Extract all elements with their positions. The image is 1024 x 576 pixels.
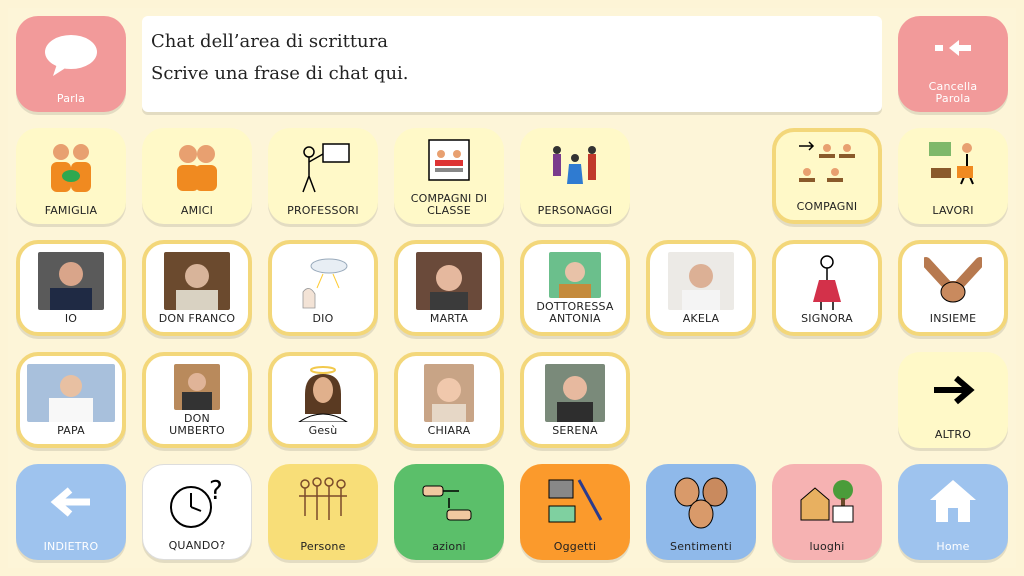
- person-chiara[interactable]: CHIARA: [394, 352, 504, 448]
- more-label: ALTRO: [934, 428, 972, 441]
- clear-word-button[interactable]: Cancella Parola: [898, 16, 1008, 112]
- category-professori[interactable]: PROFESSORI: [268, 128, 378, 224]
- photo-akela: [668, 252, 734, 310]
- arrow-right-icon: [930, 372, 976, 408]
- person-papa[interactable]: PAPA: [16, 352, 126, 448]
- person-dottoressa-antonia[interactable]: DOTTORESSA ANTONIA: [520, 240, 630, 336]
- person-marta[interactable]: MARTA: [394, 240, 504, 336]
- category-amici[interactable]: AMICI: [142, 128, 252, 224]
- photo-chiara: [424, 364, 474, 422]
- lady-icon: [807, 254, 847, 312]
- photo-io: [38, 252, 104, 310]
- objects-button[interactable]: Oggetti: [520, 464, 630, 560]
- places-icon: [797, 476, 857, 530]
- category-famiglia[interactable]: FAMIGLIA: [16, 128, 126, 224]
- chat-input-area[interactable]: Chat dell’area di scrittura Scrive una f…: [142, 16, 882, 112]
- person-label: CHIARA: [427, 424, 471, 437]
- objects-icon: [545, 476, 605, 530]
- objects-label: Oggetti: [553, 540, 597, 553]
- people-group-icon: [295, 476, 351, 530]
- person-io[interactable]: IO: [16, 240, 126, 336]
- jesus-icon: [295, 364, 351, 422]
- arrow-left-icon: [48, 484, 94, 520]
- person-label: SIGNORA: [801, 312, 853, 325]
- person-gesu[interactable]: Gesù: [268, 352, 378, 448]
- photo-marta: [416, 252, 482, 310]
- category-label: AMICI: [180, 204, 214, 217]
- photo-don-umberto: [174, 364, 220, 410]
- photo-don-franco: [164, 252, 230, 310]
- person-label: DIO: [312, 312, 334, 325]
- category-label: COMPAGNI: [796, 200, 858, 213]
- person-insieme[interactable]: INSIEME: [898, 240, 1008, 336]
- back-label: INDIETRO: [43, 540, 99, 553]
- back-button[interactable]: INDIETRO: [16, 464, 126, 560]
- people-label: Persone: [300, 540, 346, 553]
- person-label: PAPA: [57, 424, 85, 437]
- speak-button[interactable]: Parla: [16, 16, 126, 112]
- svg-text:?: ?: [209, 477, 223, 506]
- speech-bubble-icon: [43, 34, 99, 78]
- photo-serena: [545, 364, 605, 422]
- teacher-icon: [293, 140, 353, 196]
- friends-icon: [169, 140, 225, 196]
- characters-icon: [547, 140, 603, 196]
- home-label: Home: [936, 540, 970, 553]
- actions-icon: [421, 476, 477, 530]
- people-button[interactable]: Persone: [268, 464, 378, 560]
- photo-papa: [27, 364, 115, 422]
- home-icon: [928, 478, 978, 524]
- person-label: Gesù: [308, 424, 338, 437]
- clear-label: Cancella Parola: [928, 80, 978, 105]
- category-label: FAMIGLIA: [44, 204, 98, 217]
- when-button[interactable]: ? QUANDO?: [142, 464, 252, 560]
- actions-label: azioni: [432, 540, 466, 553]
- speak-label: Parla: [56, 92, 86, 105]
- person-label: MARTA: [429, 312, 469, 325]
- aac-board: Parla Chat dell’area di scrittura Scrive…: [8, 8, 1016, 568]
- person-dio[interactable]: DIO: [268, 240, 378, 336]
- person-signora[interactable]: SIGNORA: [772, 240, 882, 336]
- home-button[interactable]: Home: [898, 464, 1008, 560]
- photo-dottoressa-antonia: [549, 252, 601, 298]
- category-compagni-di-classe[interactable]: COMPAGNI DI CLASSE: [394, 128, 504, 224]
- person-label: IO: [64, 312, 78, 325]
- person-label: DOTTORESSA ANTONIA: [536, 300, 614, 325]
- family-icon: [43, 140, 99, 196]
- jobs-icon: [923, 138, 983, 192]
- person-label: SERENA: [552, 424, 598, 437]
- peers-icon: [795, 140, 859, 192]
- classmates-icon: [427, 138, 471, 182]
- actions-button[interactable]: azioni: [394, 464, 504, 560]
- faces-icon: [671, 476, 731, 530]
- person-label: AKELA: [682, 312, 720, 325]
- clock-question-icon: ?: [167, 477, 227, 531]
- category-label: LAVORI: [932, 204, 974, 217]
- handshake-icon: [924, 256, 982, 308]
- more-button[interactable]: ALTRO: [898, 352, 1008, 448]
- category-compagni[interactable]: COMPAGNI: [772, 128, 882, 224]
- category-label: COMPAGNI DI CLASSE: [410, 192, 488, 217]
- category-personaggi[interactable]: PERSONAGGI: [520, 128, 630, 224]
- person-serena[interactable]: SERENA: [520, 352, 630, 448]
- person-label: DON UMBERTO: [169, 412, 225, 437]
- person-don-umberto[interactable]: DON UMBERTO: [142, 352, 252, 448]
- person-akela[interactable]: AKELA: [646, 240, 756, 336]
- category-lavori[interactable]: LAVORI: [898, 128, 1008, 224]
- chat-line-1: Chat dell’area di scrittura: [151, 31, 388, 52]
- person-label: DON FRANCO: [158, 312, 236, 325]
- category-label: PERSONAGGI: [537, 204, 613, 217]
- feelings-label: Sentimenti: [670, 540, 732, 553]
- category-label: PROFESSORI: [287, 204, 359, 217]
- god-hands-icon: [293, 254, 353, 312]
- backspace-arrow-icon: [933, 38, 973, 58]
- places-label: luoghi: [809, 540, 845, 553]
- chat-line-2: Scrive una frase di chat qui.: [151, 63, 409, 84]
- person-don-franco[interactable]: DON FRANCO: [142, 240, 252, 336]
- feelings-button[interactable]: Sentimenti: [646, 464, 756, 560]
- places-button[interactable]: luoghi: [772, 464, 882, 560]
- when-label: QUANDO?: [168, 539, 226, 552]
- person-label: INSIEME: [929, 312, 977, 325]
